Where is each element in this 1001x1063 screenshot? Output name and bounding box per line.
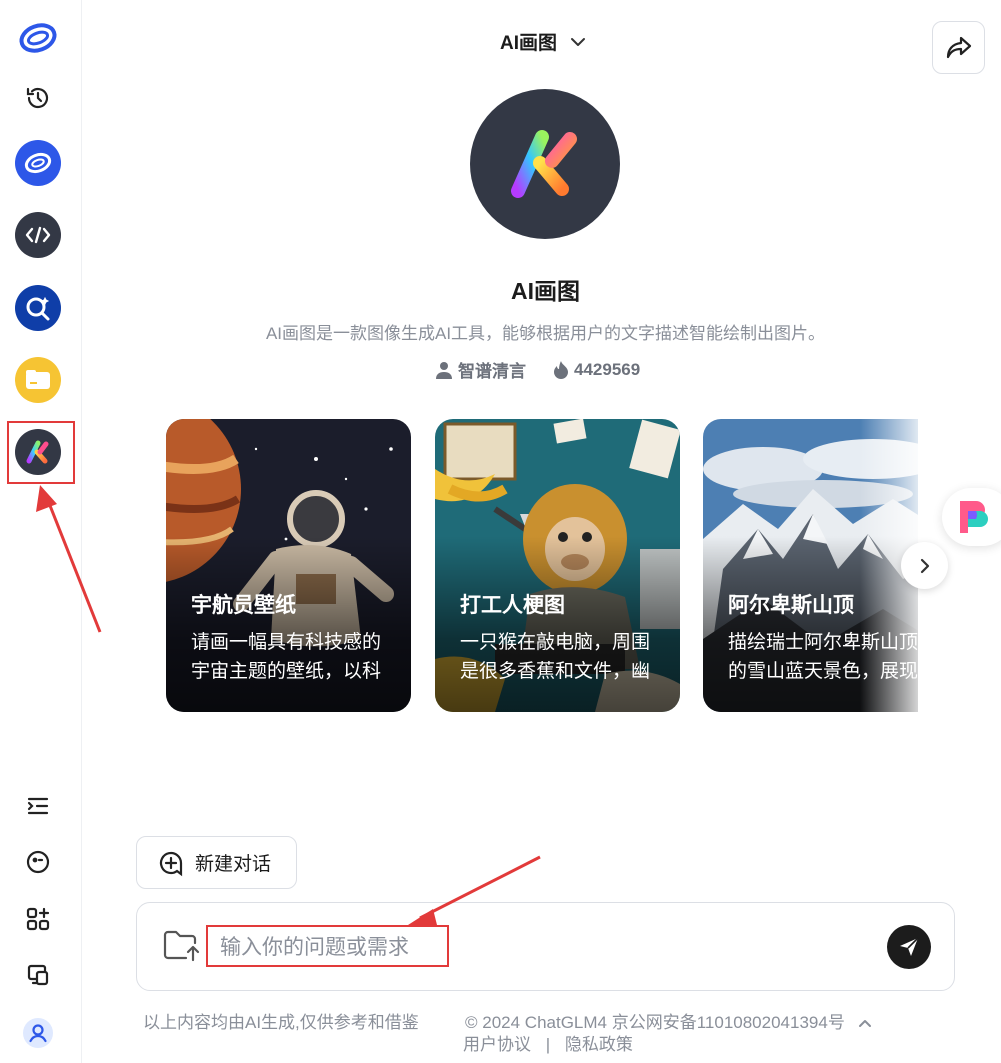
chevron-up-icon[interactable] [858, 1018, 872, 1028]
card-title: 宇航员壁纸 [191, 594, 296, 617]
selection-highlight [7, 421, 75, 484]
ai-draw-logo-icon [511, 130, 577, 198]
card-desc: 一只猴在敲电脑，周围是很多香蕉和文件，幽 [460, 632, 651, 682]
agent-name: AI画图 [511, 278, 580, 304]
agent-meta: 智谱清言 4429569 [436, 357, 640, 382]
flame-icon [554, 360, 568, 379]
history-icon[interactable] [15, 75, 61, 121]
code-icon[interactable] [15, 212, 61, 258]
example-carousel: 宇航员壁纸 请画一幅具有科技感的宇宙主题的壁纸，以科 打工人梗图 一只猴在敲电脑… [166, 419, 918, 712]
carousel-next-button[interactable] [901, 542, 948, 589]
chevron-down-icon [571, 37, 586, 46]
agent-description: AI画图是一款图像生成AI工具，能够根据用户的文字描述智能绘制出图片。 [265, 324, 826, 343]
card-title: 阿尔卑斯山顶 [728, 594, 854, 617]
agent-avatar [470, 89, 620, 239]
user-avatar-icon[interactable] [15, 1010, 61, 1056]
card-desc: 请画一幅具有科技感的宇宙主题的壁纸，以科 [191, 632, 382, 682]
card-title: 打工人梗图 [460, 594, 565, 617]
apps-add-icon[interactable] [15, 896, 61, 942]
user-agreement-link[interactable]: 用户协议 [463, 1035, 531, 1054]
person-icon [436, 361, 452, 379]
app-logo-icon[interactable] [15, 15, 61, 61]
page-title: AI画图 [500, 33, 558, 54]
new-chat-button[interactable]: 新建对话 [136, 836, 297, 889]
copyright: © 2024 ChatGLM4 京公网安备11010802041394号 [465, 1013, 845, 1032]
feedback-icon[interactable] [15, 839, 61, 885]
devices-icon[interactable] [15, 952, 61, 998]
share-button[interactable] [932, 21, 985, 74]
agent-selector[interactable]: AI画图 [500, 28, 587, 55]
agent-author: 智谱清言 [436, 357, 526, 382]
upload-folder-icon[interactable] [162, 929, 200, 963]
sidebar [0, 0, 82, 1063]
assistant-logo-icon [960, 501, 988, 533]
footer: 以上内容均由AI生成,仅供参考和借鉴 © 2024 ChatGLM4 京公网安备1… [143, 1012, 973, 1056]
input-highlight [206, 925, 449, 967]
floating-assistant[interactable] [942, 488, 1001, 546]
share-icon [946, 36, 971, 58]
chatglm-icon[interactable] [15, 140, 61, 186]
send-button[interactable] [887, 925, 931, 969]
chevron-right-icon [920, 558, 929, 573]
collapse-menu-icon[interactable] [15, 783, 61, 829]
send-icon [900, 937, 919, 956]
agent-usage: 4429569 [554, 360, 640, 380]
ai-disclaimer: 以上内容均由AI生成,仅供参考和借鉴 [143, 1013, 419, 1032]
example-card[interactable]: 打工人梗图 一只猴在敲电脑，周围是很多香蕉和文件，幽 [435, 419, 680, 712]
privacy-link[interactable]: 隐私政策 [565, 1035, 633, 1054]
add-chat-icon [159, 851, 183, 876]
example-card[interactable]: 宇航员壁纸 请画一幅具有科技感的宇宙主题的壁纸，以科 [166, 419, 411, 712]
folder-icon[interactable] [15, 357, 61, 403]
usage-count: 4429569 [574, 359, 641, 379]
footer-separator: | [545, 1035, 551, 1054]
author-name: 智谱清言 [458, 362, 526, 381]
new-chat-label: 新建对话 [195, 854, 272, 875]
